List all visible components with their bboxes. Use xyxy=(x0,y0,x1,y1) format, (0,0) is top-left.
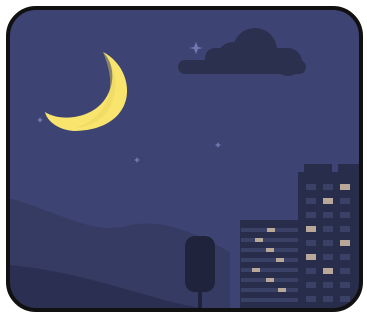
tall-building xyxy=(298,164,361,310)
night-cityscape-illustration xyxy=(0,0,367,314)
scene-svg xyxy=(6,6,363,312)
scene-content xyxy=(8,8,361,310)
